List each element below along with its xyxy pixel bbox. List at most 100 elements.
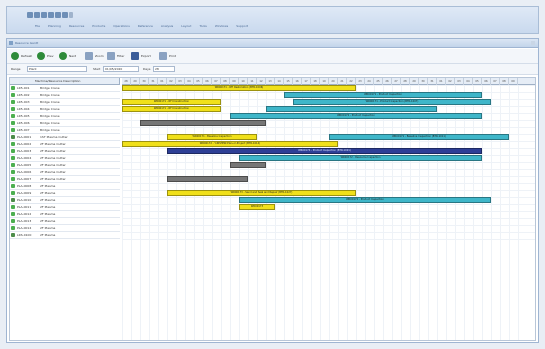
grid-line xyxy=(455,85,456,340)
table-row[interactable]: PLA-0014 2F Plasma xyxy=(10,225,120,232)
table-row[interactable]: LR5-003 Bridge Crane xyxy=(10,99,120,106)
gantt-task-bar[interactable]: WR00173 - Sand and Seal and Repair (BTR-… xyxy=(167,190,356,196)
ribbon-tab-operations[interactable]: Operations xyxy=(113,24,130,28)
print-icon[interactable] xyxy=(55,12,61,18)
grid-line xyxy=(122,204,535,205)
timeline-day: 01 xyxy=(158,78,167,85)
gantt-task-bar[interactable]: WR00172 - Product Inspection xyxy=(230,113,482,119)
table-row[interactable]: LR5-004 Bridge Crane xyxy=(10,106,120,113)
gantt-task-bar[interactable] xyxy=(167,176,248,182)
table-row[interactable]: LR5-007 Bridge Crane xyxy=(10,127,120,134)
gantt-task-bar[interactable]: WR00172 - Product Inspection xyxy=(239,197,491,203)
table-row[interactable]: LR5-006 Bridge Crane xyxy=(10,120,120,127)
table-row[interactable]: PLA-0007 2F Plasma Cutter xyxy=(10,176,120,183)
days-label: Days xyxy=(143,67,151,71)
table-row[interactable]: PLA-0010 2F Plasma xyxy=(10,197,120,204)
gantt-task-bar[interactable] xyxy=(140,120,266,126)
prev-button[interactable]: Prev xyxy=(37,51,54,61)
table-row[interactable]: PLA-0012 2F Plasma xyxy=(10,211,120,218)
ribbon-tab-windows[interactable]: Windows xyxy=(215,24,228,28)
zoom-button[interactable]: Zoom xyxy=(85,51,104,61)
gantt-task-bar[interactable]: WR00173 xyxy=(239,204,275,210)
days-field[interactable]: 28 xyxy=(153,66,175,72)
resource-icon xyxy=(11,226,15,230)
gantt-task-bar[interactable]: WR00171 - RFI Construction xyxy=(122,99,221,105)
quick-access-toolbar xyxy=(27,12,73,19)
table-row[interactable]: PLA-0005 2F Plasma Cutter xyxy=(10,162,120,169)
resource-id: LR5-003 xyxy=(17,100,30,104)
refresh-icon[interactable] xyxy=(62,12,68,18)
grid-line xyxy=(122,211,535,212)
resource-id: PLA-0005 xyxy=(17,163,32,167)
ribbon-tab-planning[interactable]: Planning xyxy=(48,24,61,28)
expand-icon[interactable] xyxy=(11,198,15,202)
table-row[interactable]: LR5-005 Bridge Crane xyxy=(10,113,120,120)
export-button[interactable]: Export xyxy=(131,51,151,61)
gantt-task-bar[interactable]: WR00171 - Baseline Inspection xyxy=(167,134,257,140)
table-row[interactable]: PLA-0001 1ST Plasma Cutter xyxy=(10,134,120,141)
gantt-task-bar[interactable]: WR00174 - Product Inspection (BTR-1021) xyxy=(167,148,482,154)
toolbar-button-label: Prev xyxy=(47,54,54,58)
table-row[interactable]: LR5-001 Bridge Crane xyxy=(10,85,120,92)
resource-icon xyxy=(11,191,15,195)
table-row[interactable]: PLA-0008 2F Plasma xyxy=(10,183,120,190)
timeline-day: 04 xyxy=(185,78,194,85)
gantt-task-bar[interactable]: WR00172 - Y-REVIEW-Plan-or-Project (BTR-… xyxy=(122,141,338,147)
filter-button[interactable]: Filter xyxy=(107,51,124,61)
gantt-task-bar[interactable] xyxy=(266,106,437,112)
gantt-task-bar[interactable]: WR00171 - Baseline Inspection (BTR-1011) xyxy=(329,134,509,140)
table-row[interactable]: LR5-002 Bridge Crane xyxy=(10,92,120,99)
grid-line xyxy=(329,85,330,340)
gantt-task-bar[interactable]: WR00172 - Resource Inspection xyxy=(239,155,482,161)
expand-icon[interactable] xyxy=(11,233,15,237)
ribbon-tab-tools[interactable]: Tools xyxy=(199,24,206,28)
grid-line xyxy=(374,85,375,340)
ribbon-tab-resources[interactable]: Resources xyxy=(69,24,84,28)
grid-line xyxy=(284,85,285,340)
timeline-day: 11 xyxy=(248,78,257,85)
table-row[interactable]: PLA-0004 2F Plasma Cutter xyxy=(10,155,120,162)
dropdown-arrow-icon[interactable] xyxy=(69,12,73,18)
scope-select[interactable]: Plant xyxy=(27,66,87,72)
ribbon-tab-products[interactable]: Products xyxy=(92,24,105,28)
table-row[interactable]: PLA-0003 2F Plasma Cutter xyxy=(10,148,120,155)
table-row[interactable]: PLA-0006 2F Plasma Cutter xyxy=(10,169,120,176)
start-date-field[interactable]: 01/05/2020 xyxy=(103,66,139,72)
timeline-day: 20 xyxy=(329,78,338,85)
table-row[interactable]: PLA-0002 2F Plasma Cutter xyxy=(10,141,120,148)
timeline-day: 02 xyxy=(167,78,176,85)
redo-icon[interactable] xyxy=(41,12,47,18)
timeline-day: 28 xyxy=(122,78,131,85)
ribbon-tab-analysis[interactable]: Analysis xyxy=(161,24,173,28)
gantt-task-bar[interactable]: WR00171 - Product Inspection (BTR-1007) xyxy=(293,99,491,105)
print-button[interactable]: Print xyxy=(159,51,176,61)
expand-icon[interactable] xyxy=(11,135,15,139)
gantt-task-bar[interactable] xyxy=(230,162,266,168)
resource-icon xyxy=(11,86,15,90)
timeline-day: 29 xyxy=(131,78,140,85)
table-row[interactable]: PLA-0009 2F Plasma xyxy=(10,190,120,197)
table-row[interactable]: PLA-0013 2F Plasma xyxy=(10,218,120,225)
gantt-task-bar[interactable]: WR00171 - Product Inspection xyxy=(284,92,482,98)
table-row[interactable]: LRS-0100 2F Plasma xyxy=(10,232,120,239)
close-icon[interactable] xyxy=(531,41,535,45)
ribbon-tab-support[interactable]: Support xyxy=(236,24,248,28)
ribbon-tab-file[interactable]: File xyxy=(35,24,40,28)
ribbon-tab-layout[interactable]: Layout xyxy=(181,24,191,28)
grid-line xyxy=(122,127,535,128)
resource-id: PLA-0006 xyxy=(17,170,32,174)
next-button[interactable]: Next xyxy=(59,51,76,61)
open-icon[interactable] xyxy=(48,12,54,18)
timeline-day: 05 xyxy=(194,78,203,85)
toolbar-button-label: Export xyxy=(141,54,151,58)
undo-icon[interactable] xyxy=(34,12,40,18)
gantt-task-bar[interactable]: WR00171 - RFI Construction xyxy=(122,106,221,112)
refresh-button[interactable]: Refresh xyxy=(11,51,32,61)
timeline-day: 15 xyxy=(284,78,293,85)
ribbon-tab-reference[interactable]: Reference xyxy=(138,24,153,28)
gantt-panel: Resource Gantt Refresh Prev Next Zoom Filter… xyxy=(6,38,539,343)
save-icon[interactable] xyxy=(27,12,33,18)
table-row[interactable]: PLA-0011 2F Plasma xyxy=(10,204,120,211)
timeline-day: 21 xyxy=(338,78,347,85)
gantt-task-bar[interactable]: WR00171 - RFI Restoration (BTR-1006) xyxy=(122,85,356,91)
